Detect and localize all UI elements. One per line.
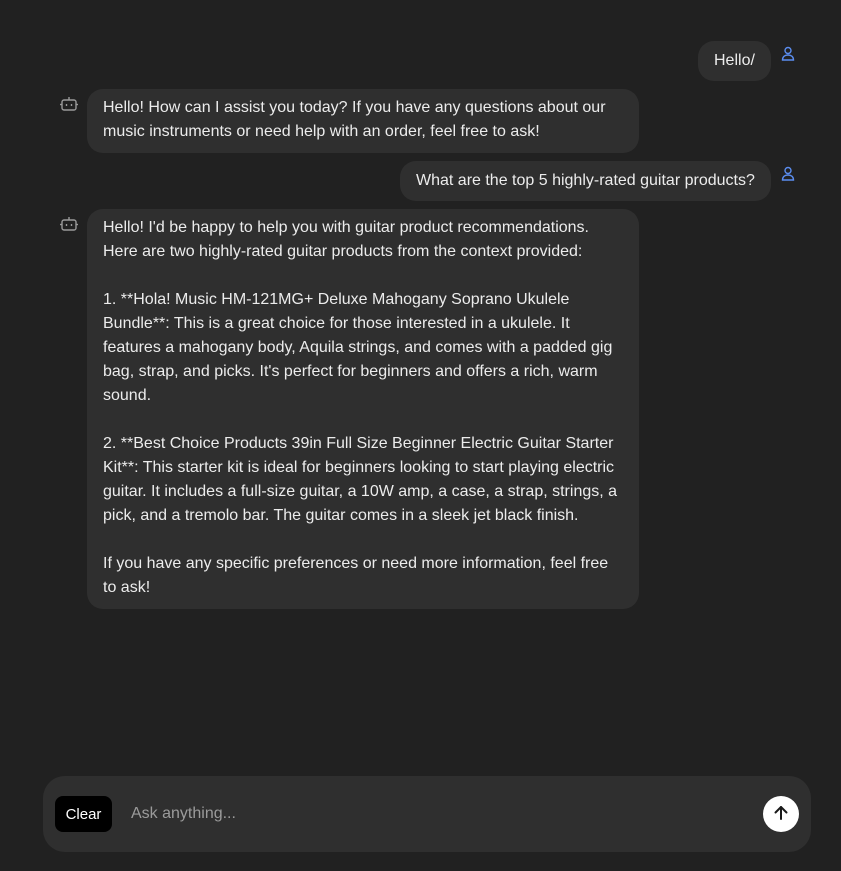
user-message-text: Hello/ — [698, 41, 771, 81]
user-message-text: What are the top 5 highly-rated guitar p… — [400, 161, 771, 201]
chat-input[interactable] — [131, 800, 731, 828]
assistant-message-text: Hello! How can I assist you today? If yo… — [87, 89, 639, 153]
chat-page: Hello/ Hello! How can I assist you today… — [0, 0, 841, 871]
user-message: Hello/ — [698, 41, 771, 81]
user-icon — [778, 164, 798, 184]
bot-icon — [59, 94, 79, 114]
arrow-up-icon — [771, 803, 791, 826]
user-message: What are the top 5 highly-rated guitar p… — [400, 161, 771, 201]
assistant-message: Hello! How can I assist you today? If yo… — [87, 89, 639, 153]
bot-icon — [59, 214, 79, 234]
clear-button[interactable]: Clear — [55, 796, 112, 832]
assistant-message-text: Hello! I'd be happy to help you with gui… — [87, 209, 639, 609]
send-button[interactable] — [763, 796, 799, 832]
chat-composer: Clear — [43, 776, 811, 852]
assistant-message: Hello! I'd be happy to help you with gui… — [87, 209, 639, 609]
user-icon — [778, 44, 798, 64]
